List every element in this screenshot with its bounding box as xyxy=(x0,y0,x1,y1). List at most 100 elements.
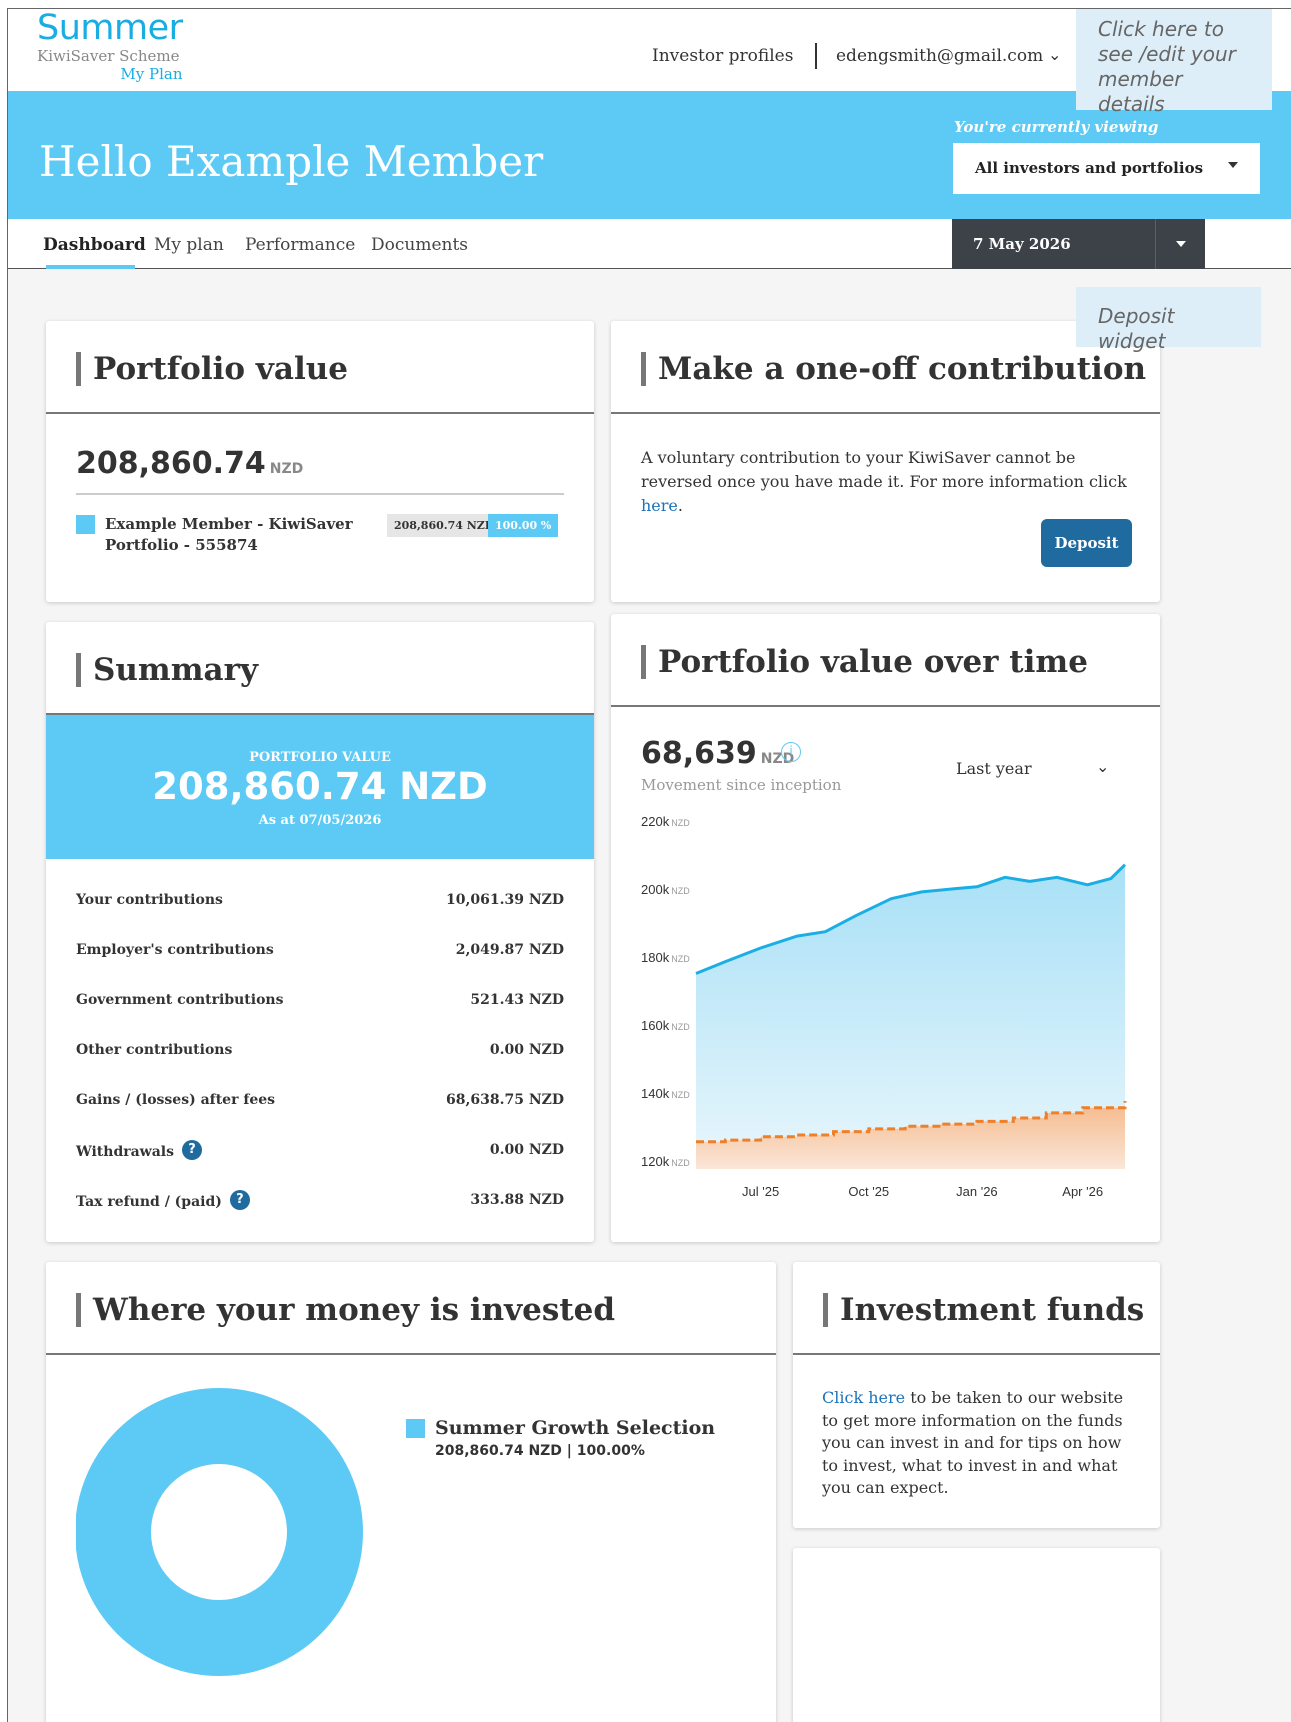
chevron-down-icon[interactable]: ⌄ xyxy=(1048,45,1061,64)
y-tick-label: 200k NZD xyxy=(641,882,690,897)
date-select-value: 7 May 2026 xyxy=(973,235,1071,253)
app-frame: Summer KiwiSaver Scheme My Plan Investor… xyxy=(7,8,1291,1722)
investor-portfolio-select[interactable]: All investors and portfolios xyxy=(953,143,1260,194)
tab-dashboard[interactable]: Dashboard xyxy=(43,235,146,255)
y-tick-unit: NZD xyxy=(671,1022,690,1032)
contribution-text: A voluntary contribution to your KiwiSav… xyxy=(641,448,1127,491)
card-title: Portfolio value over time xyxy=(641,645,1088,679)
tab-bar: Dashboard My plan Performance Documents … xyxy=(8,219,1291,269)
portfolio-item-name: Example Member - KiwiSaver xyxy=(105,515,353,533)
portfolio-item[interactable]: Example Member - KiwiSaver Portfolio - 5… xyxy=(105,514,353,556)
tab-documents[interactable]: Documents xyxy=(371,235,468,255)
chevron-down-icon[interactable]: ⌄ xyxy=(1096,757,1109,776)
legend-swatch xyxy=(76,515,95,534)
investment-funds-card: Investment funds Click here to be taken … xyxy=(793,1262,1160,1528)
movement-total: 68,639 NZD xyxy=(641,736,794,771)
y-tick-unit: NZD xyxy=(671,954,690,964)
viewing-label: You're currently viewing xyxy=(954,118,1159,136)
summary-row-value: 521.43 NZD xyxy=(470,992,564,1008)
investor-portfolio-value: All investors and portfolios xyxy=(975,159,1204,177)
date-select-toggle[interactable] xyxy=(1155,219,1205,269)
funds-website-link[interactable]: Click here xyxy=(822,1388,905,1407)
x-tick-label: Jul '25 xyxy=(742,1184,779,1199)
contribution-card: Make a one-off contribution A voluntary … xyxy=(611,321,1160,602)
summary-row: Employer's contributions 2,049.87 NZD xyxy=(76,938,564,964)
fund-value: 208,860.74 NZD | 100.00% xyxy=(435,1443,645,1459)
summary-highlight: PORTFOLIO VALUE 208,860.74 NZD As at 07/… xyxy=(46,715,594,859)
card-title: Summary xyxy=(76,653,258,687)
user-email-menu[interactable]: edengsmith@gmail.com xyxy=(836,46,1043,66)
summary-row-value: 10,061.39 NZD xyxy=(446,892,564,908)
summary-row-value: 2,049.87 NZD xyxy=(455,942,564,958)
summary-row-value: 333.88 NZD xyxy=(470,1192,564,1208)
logo-scheme: KiwiSaver Scheme xyxy=(37,47,180,65)
active-tab-indicator xyxy=(46,265,135,269)
summary-row-label: Withdrawals xyxy=(76,1144,174,1160)
more-info-link[interactable]: here xyxy=(641,496,678,515)
donut-slice-summer-growth[interactable] xyxy=(76,1388,363,1676)
summary-row-label: Your contributions xyxy=(76,892,223,908)
summary-row: Gains / (losses) after fees 68,638.75 NZ… xyxy=(76,1088,564,1114)
card-header: Portfolio value xyxy=(46,321,594,414)
deposit-widget-callout: Deposit widget xyxy=(1076,287,1261,353)
card-title: Where your money is invested xyxy=(76,1293,615,1327)
movement-amount: 68,639 xyxy=(641,736,757,771)
summary-row: Withdrawals? 0.00 NZD xyxy=(76,1138,564,1164)
summary-row-label: Government contributions xyxy=(76,992,284,1008)
logo-myplan: My Plan xyxy=(120,65,183,83)
portfolio-chart-card: Portfolio value over time 68,639 NZD i Mo… xyxy=(611,614,1160,1242)
card-title: Investment funds xyxy=(823,1293,1144,1327)
logo-brand: Summer xyxy=(37,8,183,48)
summary-row-label: Tax refund / (paid) xyxy=(76,1194,222,1210)
tab-performance[interactable]: Performance xyxy=(245,235,355,255)
card-header: Portfolio value over time xyxy=(611,614,1160,707)
card-title: Portfolio value xyxy=(76,352,348,386)
card-header: Investment funds xyxy=(793,1262,1160,1355)
summary-highlight-label: PORTFOLIO VALUE xyxy=(249,750,391,765)
card-header: Where your money is invested xyxy=(46,1262,776,1355)
range-select[interactable]: Last year xyxy=(956,759,1032,778)
x-tick-label: Apr '26 xyxy=(1062,1184,1103,1199)
summary-row-label-withdrawals: Withdrawals? xyxy=(76,1140,202,1162)
portfolio-total: 208,860.74 NZD xyxy=(76,446,303,481)
y-tick-unit: NZD xyxy=(671,886,690,896)
y-tick-label: 160k NZD xyxy=(641,1018,690,1033)
help-icon[interactable]: ? xyxy=(182,1140,202,1160)
portfolio-value-card: Portfolio value 208,860.74 NZD Example Me… xyxy=(46,321,594,602)
summer-logo[interactable]: Summer KiwiSaver Scheme My Plan xyxy=(37,8,183,84)
summary-row: Your contributions 10,061.39 NZD xyxy=(76,888,564,914)
summary-row-label: Gains / (losses) after fees xyxy=(76,1092,276,1108)
page-title: Hello Example Member xyxy=(39,137,544,186)
date-select[interactable]: 7 May 2026 xyxy=(952,219,1205,269)
tab-my-plan[interactable]: My plan xyxy=(154,235,224,255)
y-tick-unit: NZD xyxy=(671,818,690,828)
summary-row-value: 0.00 NZD xyxy=(489,1042,564,1058)
y-tick-label: 220k NZD xyxy=(641,814,690,829)
y-tick-label: 140k NZD xyxy=(641,1086,690,1101)
portfolio-item-id: Portfolio - 555874 xyxy=(105,536,258,554)
contribution-info: A voluntary contribution to your KiwiSav… xyxy=(641,446,1131,518)
investor-profiles-link[interactable]: Investor profiles xyxy=(652,46,793,66)
card-title: Make a one-off contribution xyxy=(641,352,1146,386)
summary-row: Tax refund / (paid)? 333.88 NZD xyxy=(76,1188,564,1214)
allocation-donut-chart xyxy=(76,1388,363,1676)
legend-swatch xyxy=(406,1419,425,1438)
y-tick-unit: NZD xyxy=(671,1090,690,1100)
deposit-button[interactable]: Deposit xyxy=(1041,519,1132,567)
help-icon[interactable]: ? xyxy=(229,1190,250,1210)
member-details-callout: Click here to see /edit your member deta… xyxy=(1076,9,1272,116)
info-icon[interactable]: i xyxy=(781,742,801,762)
summary-row-label: Other contributions xyxy=(76,1042,233,1058)
summary-as-at: As at 07/05/2026 xyxy=(258,813,382,828)
x-tick-label: Jan '26 xyxy=(956,1184,998,1199)
caret-down-icon xyxy=(1228,162,1238,168)
y-tick-label: 180k NZD xyxy=(641,950,690,965)
summary-highlight-value: 208,860.74 NZD xyxy=(152,765,488,808)
portfolio-item-value-badge: 208,860.74 NZD xyxy=(387,514,502,537)
summary-row-label-tax: Tax refund / (paid)? xyxy=(76,1190,250,1212)
portfolio-area-chart: 220k NZD 200k NZD 180k NZD 160k NZD 140k NZD 120k N… xyxy=(641,814,1127,1199)
divider xyxy=(76,493,564,495)
y-tick-label: 120k NZD xyxy=(641,1154,690,1169)
card-header: Summary xyxy=(46,622,594,715)
nav-divider xyxy=(815,43,817,69)
